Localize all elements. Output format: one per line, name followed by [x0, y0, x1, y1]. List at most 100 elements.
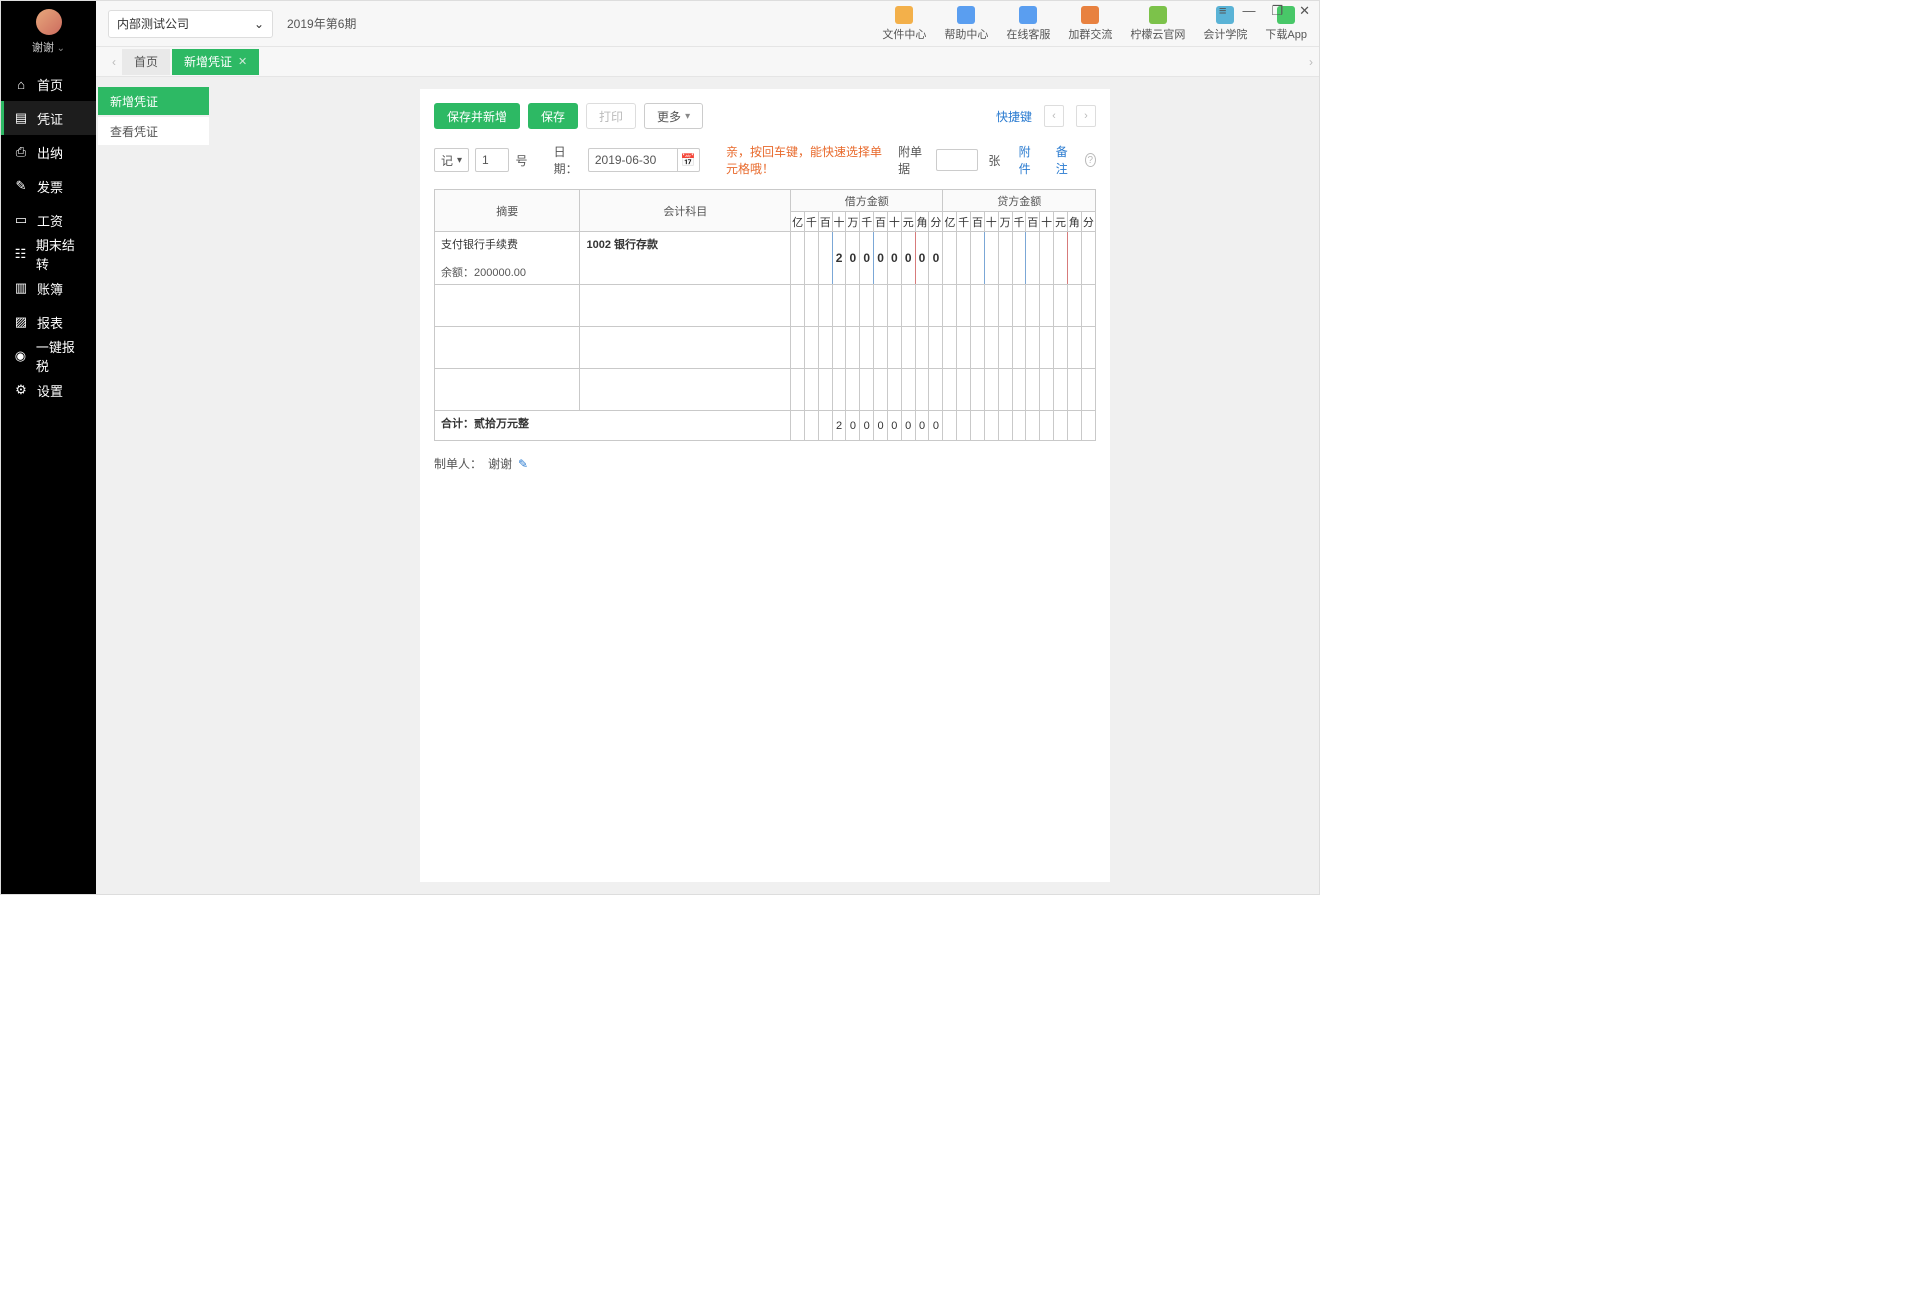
credit-digit[interactable]: [1067, 285, 1081, 327]
debit-digit[interactable]: 0: [860, 232, 874, 285]
debit-digit[interactable]: [860, 369, 874, 411]
debit-digit[interactable]: [901, 327, 915, 369]
credit-digit[interactable]: [1026, 232, 1040, 285]
credit-digit[interactable]: [957, 411, 971, 441]
menu-icon[interactable]: ≡: [1216, 3, 1230, 19]
credit-digit[interactable]: [1040, 411, 1054, 441]
credit-digit[interactable]: [957, 369, 971, 411]
credit-digit[interactable]: [1054, 411, 1068, 441]
debit-digit[interactable]: [804, 411, 818, 441]
debit-digit[interactable]: [915, 285, 929, 327]
shortcut-link[interactable]: 快捷键: [996, 108, 1032, 125]
debit-digit[interactable]: 2: [832, 411, 846, 441]
debit-digit[interactable]: [887, 285, 901, 327]
debit-digit[interactable]: [846, 327, 860, 369]
debit-digit[interactable]: 0: [887, 411, 901, 441]
submenu-item-0[interactable]: 新增凭证: [98, 87, 209, 115]
credit-digit[interactable]: [998, 369, 1012, 411]
prev-voucher-button[interactable]: ‹: [1044, 105, 1064, 127]
debit-digit[interactable]: [832, 285, 846, 327]
credit-digit[interactable]: [984, 411, 998, 441]
credit-digit[interactable]: [1012, 369, 1026, 411]
top-action-4[interactable]: 柠檬云官网: [1130, 6, 1185, 42]
credit-digit[interactable]: [971, 327, 985, 369]
debit-digit[interactable]: [929, 369, 943, 411]
nav-item-0[interactable]: ⌂首页: [1, 67, 96, 101]
more-button[interactable]: 更多: [644, 103, 703, 129]
attachment-link[interactable]: 附件: [1019, 143, 1038, 177]
credit-digit[interactable]: [1081, 327, 1095, 369]
debit-digit[interactable]: 0: [901, 232, 915, 285]
debit-digit[interactable]: [791, 285, 805, 327]
debit-digit[interactable]: [887, 369, 901, 411]
debit-digit[interactable]: [791, 232, 805, 285]
debit-digit[interactable]: 0: [929, 411, 943, 441]
top-action-1[interactable]: 帮助中心: [944, 6, 988, 42]
credit-digit[interactable]: [1054, 327, 1068, 369]
debit-digit[interactable]: 0: [846, 411, 860, 441]
debit-digit[interactable]: 0: [874, 411, 888, 441]
tab-scroll-right[interactable]: ›: [1303, 55, 1319, 69]
credit-digit[interactable]: [971, 369, 985, 411]
next-voucher-button[interactable]: ›: [1076, 105, 1096, 127]
credit-digit[interactable]: [998, 285, 1012, 327]
debit-digit[interactable]: [804, 232, 818, 285]
debit-digit[interactable]: [818, 369, 832, 411]
credit-digit[interactable]: [1067, 232, 1081, 285]
summary-cell[interactable]: 支付银行手续费 余额：200000.00: [435, 232, 580, 285]
debit-digit[interactable]: [846, 285, 860, 327]
tab-close-icon[interactable]: ✕: [238, 55, 247, 68]
debit-digit[interactable]: 0: [874, 232, 888, 285]
debit-digit[interactable]: 0: [846, 232, 860, 285]
calendar-icon[interactable]: 📅: [678, 148, 700, 172]
nav-item-8[interactable]: ◉一键报税: [1, 339, 96, 373]
debit-digit[interactable]: [791, 411, 805, 441]
credit-digit[interactable]: [984, 369, 998, 411]
summary-cell-2[interactable]: [435, 285, 580, 327]
credit-digit[interactable]: [1026, 327, 1040, 369]
debit-digit[interactable]: 2: [832, 232, 846, 285]
debit-digit[interactable]: 0: [901, 411, 915, 441]
edit-creator-icon[interactable]: ✎: [518, 457, 528, 471]
debit-digit[interactable]: [791, 327, 805, 369]
credit-digit[interactable]: [1012, 285, 1026, 327]
credit-digit[interactable]: [1067, 369, 1081, 411]
top-action-2[interactable]: 在线客服: [1006, 6, 1050, 42]
debit-digit[interactable]: [915, 369, 929, 411]
credit-digit[interactable]: [1081, 411, 1095, 441]
debit-digit[interactable]: 0: [915, 411, 929, 441]
credit-digit[interactable]: [1026, 411, 1040, 441]
credit-digit[interactable]: [1067, 411, 1081, 441]
nav-item-3[interactable]: ✎发票: [1, 169, 96, 203]
voucher-number-input[interactable]: 1: [475, 148, 509, 172]
tab-1[interactable]: 新增凭证✕: [172, 49, 259, 75]
credit-digit[interactable]: [1012, 411, 1026, 441]
debit-digit[interactable]: [846, 369, 860, 411]
debit-digit[interactable]: 0: [887, 232, 901, 285]
credit-digit[interactable]: [957, 285, 971, 327]
nav-item-6[interactable]: ▥账簿: [1, 271, 96, 305]
credit-digit[interactable]: [1067, 327, 1081, 369]
credit-digit[interactable]: [1012, 327, 1026, 369]
debit-digit[interactable]: 0: [915, 232, 929, 285]
nav-item-2[interactable]: ⎙出纳: [1, 135, 96, 169]
debit-digit[interactable]: [915, 327, 929, 369]
print-button[interactable]: 打印: [586, 103, 636, 129]
maximize-icon[interactable]: ❐: [1268, 3, 1286, 19]
credit-digit[interactable]: [984, 285, 998, 327]
credit-digit[interactable]: [943, 285, 957, 327]
top-action-0[interactable]: 文件中心: [882, 6, 926, 42]
debit-digit[interactable]: [818, 285, 832, 327]
credit-digit[interactable]: [1012, 232, 1026, 285]
submenu-item-1[interactable]: 查看凭证: [98, 117, 209, 145]
credit-digit[interactable]: [957, 327, 971, 369]
voucher-type-select[interactable]: 记: [434, 148, 469, 172]
debit-digit[interactable]: [901, 285, 915, 327]
credit-digit[interactable]: [984, 327, 998, 369]
help-icon[interactable]: ?: [1085, 153, 1096, 167]
save-new-button[interactable]: 保存并新增: [434, 103, 520, 129]
credit-digit[interactable]: [943, 369, 957, 411]
tab-scroll-left[interactable]: ‹: [106, 55, 122, 69]
account-cell[interactable]: 1002 银行存款: [580, 232, 791, 285]
credit-digit[interactable]: [1081, 369, 1095, 411]
